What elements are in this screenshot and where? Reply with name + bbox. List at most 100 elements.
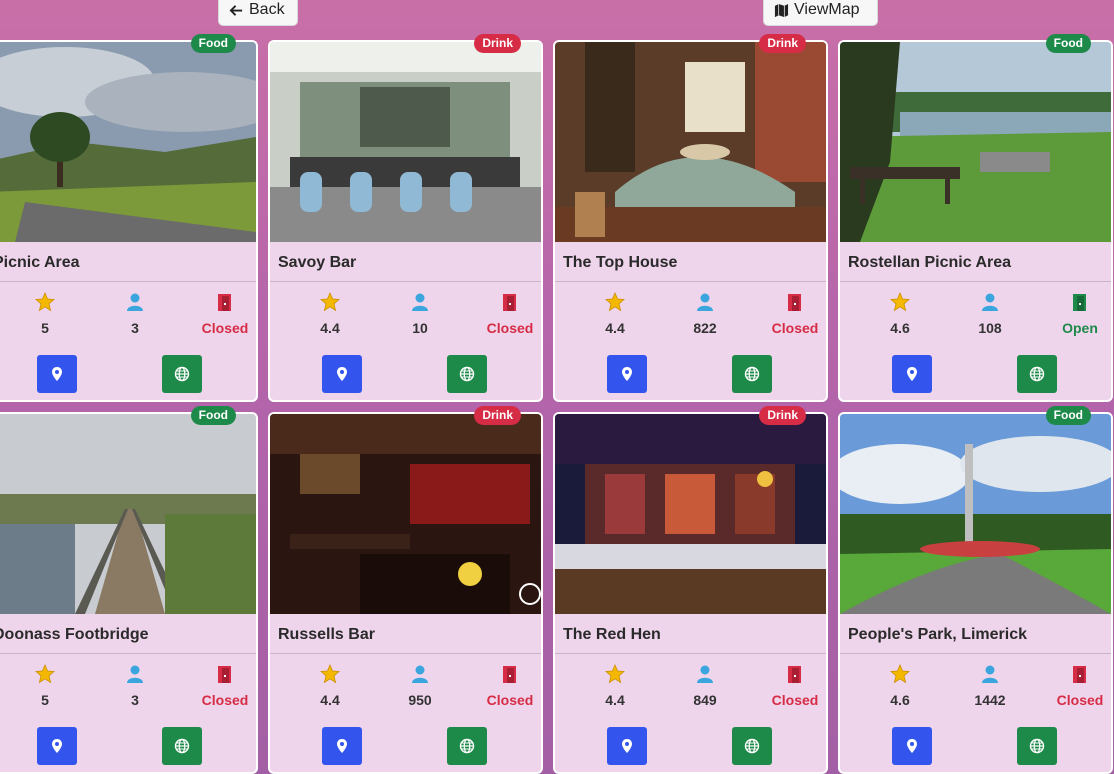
- place-card: Food Picnic Area 5 3 Closed: [0, 34, 258, 402]
- place-title: The Top House: [563, 254, 678, 271]
- divider: [0, 653, 256, 654]
- place-photo: [0, 414, 256, 614]
- rating-stat: 5: [0, 664, 90, 708]
- reviews-value: 822: [693, 320, 717, 336]
- website-button[interactable]: [1017, 355, 1057, 393]
- location-button[interactable]: [322, 355, 362, 393]
- rating-value: 4.4: [605, 692, 625, 708]
- place-card: Food People's Park, Limerick 4.6 1442 Cl…: [838, 406, 1114, 774]
- divider: [0, 281, 256, 282]
- place-title: Russells Bar: [278, 626, 375, 643]
- status-stat: Closed: [180, 292, 270, 336]
- place-card: Drink Savoy Bar 4.4 10 Closed: [268, 34, 543, 402]
- back-label: Back: [249, 1, 285, 18]
- star-icon: [285, 292, 375, 312]
- location-button[interactable]: [37, 727, 77, 765]
- reviews-stat: 3: [90, 292, 180, 336]
- rating-stat: 4.4: [285, 664, 375, 708]
- user-icon: [375, 664, 465, 684]
- back-button[interactable]: Back: [218, 0, 298, 26]
- globe-icon: [1029, 366, 1045, 382]
- rating-value: 5: [41, 692, 49, 708]
- star-icon: [570, 664, 660, 684]
- category-badge: Food: [1045, 406, 1091, 425]
- star-icon: [0, 664, 90, 684]
- status-stat: Open: [1035, 292, 1114, 336]
- place-title: The Red Hen: [563, 626, 661, 643]
- place-title: People's Park, Limerick: [848, 626, 1028, 643]
- status-stat: Closed: [465, 292, 555, 336]
- location-button[interactable]: [607, 727, 647, 765]
- location-button[interactable]: [892, 355, 932, 393]
- website-button[interactable]: [732, 727, 772, 765]
- door-icon: [1035, 292, 1114, 312]
- user-icon: [945, 292, 1035, 312]
- place-photo: [555, 42, 826, 242]
- user-icon: [90, 664, 180, 684]
- view-map-button[interactable]: ViewMap: [763, 0, 878, 26]
- place-photo: [270, 42, 541, 242]
- reviews-value: 10: [412, 320, 428, 336]
- status-value: Closed: [201, 320, 249, 336]
- place-card: Drink Russells Bar 4.4 950 Closed: [268, 406, 543, 774]
- website-button[interactable]: [732, 355, 772, 393]
- star-icon: [285, 664, 375, 684]
- place-photo: [840, 42, 1111, 242]
- place-card: Drink The Top House 4.4 822 Closed: [553, 34, 828, 402]
- status-value: Closed: [486, 692, 534, 708]
- divider: [555, 281, 826, 282]
- website-button[interactable]: [447, 355, 487, 393]
- door-icon: [750, 292, 840, 312]
- divider: [840, 653, 1111, 654]
- reviews-stat: 3: [90, 664, 180, 708]
- reviews-value: 3: [131, 320, 139, 336]
- status-value: Closed: [201, 692, 249, 708]
- door-icon: [750, 664, 840, 684]
- globe-icon: [744, 738, 760, 754]
- user-icon: [90, 292, 180, 312]
- rating-stat: 4.4: [285, 292, 375, 336]
- website-button[interactable]: [447, 727, 487, 765]
- status-stat: Closed: [1035, 664, 1114, 708]
- door-icon: [180, 664, 270, 684]
- category-badge: Food: [190, 34, 236, 53]
- status-value: Closed: [1056, 692, 1104, 708]
- location-button[interactable]: [322, 727, 362, 765]
- place-card: Food Doonass Footbridge 5 3 Closed: [0, 406, 258, 774]
- door-icon: [465, 664, 555, 684]
- reviews-stat: 108: [945, 292, 1035, 336]
- arrow-left-icon: [229, 4, 243, 16]
- rating-value: 4.6: [890, 320, 910, 336]
- location-button[interactable]: [37, 355, 77, 393]
- website-button[interactable]: [162, 355, 202, 393]
- rating-stat: 5: [0, 292, 90, 336]
- category-badge: Drink: [759, 34, 806, 53]
- globe-icon: [459, 366, 475, 382]
- place-title: Rostellan Picnic Area: [848, 254, 1012, 271]
- divider: [270, 281, 541, 282]
- rating-stat: 4.6: [855, 292, 945, 336]
- divider: [840, 281, 1111, 282]
- place-photo: [0, 42, 256, 242]
- category-badge: Drink: [759, 406, 806, 425]
- map-pin-icon: [907, 367, 917, 381]
- reviews-value: 1442: [974, 692, 1006, 708]
- place-photo: [270, 414, 541, 614]
- place-photo: [840, 414, 1111, 614]
- website-button[interactable]: [1017, 727, 1057, 765]
- category-badge: Drink: [474, 34, 521, 53]
- status-stat: Closed: [180, 664, 270, 708]
- divider: [555, 653, 826, 654]
- rating-value: 4.4: [320, 320, 340, 336]
- star-icon: [0, 292, 90, 312]
- reviews-stat: 950: [375, 664, 465, 708]
- status-stat: Closed: [750, 292, 840, 336]
- status-value: Closed: [486, 320, 534, 336]
- category-badge: Drink: [474, 406, 521, 425]
- rating-stat: 4.6: [855, 664, 945, 708]
- globe-icon: [1029, 738, 1045, 754]
- website-button[interactable]: [162, 727, 202, 765]
- location-button[interactable]: [892, 727, 932, 765]
- rating-value: 4.6: [890, 692, 910, 708]
- location-button[interactable]: [607, 355, 647, 393]
